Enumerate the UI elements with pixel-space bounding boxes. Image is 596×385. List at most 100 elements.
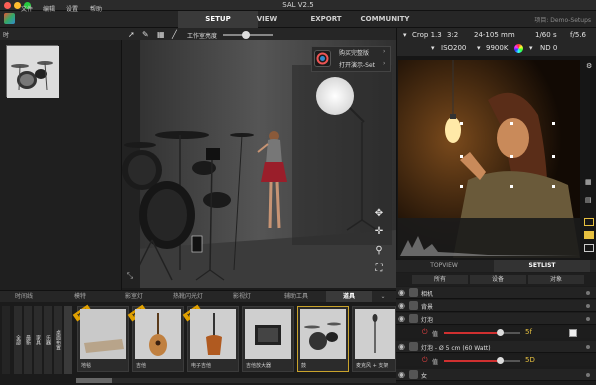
power-icon[interactable]: ⏻ [422,328,428,337]
pencil-tool-icon[interactable]: ✎ [142,30,149,39]
setlist-row-light[interactable]: ◉ 灯泡 [396,313,596,325]
collapse-icon[interactable]: ⤡ [124,270,136,282]
row-status-dot [586,291,590,295]
left-panel-title: 时 [3,32,10,39]
fit-view-icon[interactable]: ⛶ [373,263,385,275]
setlist-row-background[interactable]: ◉ 背景 [396,300,596,312]
setlist-filters: 所有 设备 对象 [396,273,596,286]
library-item-microphone[interactable]: 麦克风 + 支架 [352,306,396,372]
row-status-dot [586,304,590,308]
setlist-row-label: 灯泡 [421,317,434,324]
menu-item-buy-full-version[interactable]: 购买完整版 [339,48,369,57]
background-icon [409,301,418,310]
studio-viewport[interactable] [122,40,396,288]
library-item-name: 电子吉他 [191,363,212,369]
white-balance-select[interactable]: 9900K [486,44,508,52]
aspect-ratio-select[interactable]: 3:2 [447,31,458,39]
setlist-row-label: 女 [421,373,428,380]
setlist-row-bulb[interactable]: ◉ 灯泡 - Ø 5 cm (60 Watt) [396,341,596,353]
color-swatch[interactable] [569,329,577,337]
library-item-name: 吉他 [136,363,147,369]
power-icon[interactable]: ⏻ [422,356,428,365]
visibility-eye-icon[interactable]: ◉ [398,314,405,323]
overlay-icon[interactable] [584,244,594,252]
library-item-electric-guitar[interactable]: NEW ★ 电子吉他 [182,304,239,372]
nd-filter-select[interactable]: ND 0 [540,44,557,52]
category-furniture[interactable]: 家具 [34,306,42,374]
filter-devices[interactable]: 设备 [470,275,526,284]
library-item-drums[interactable]: ★ 鼓 [297,306,349,372]
category-table-setup[interactable]: 桌面布置 [54,306,62,374]
settings-gear-icon[interactable]: ⚙ [586,62,592,70]
library-item-name: 鼓 [301,363,307,369]
measure-tool-icon[interactable]: ╱ [172,30,177,39]
category-selected-instruments[interactable] [64,306,72,374]
power-slider-knob[interactable] [497,357,504,364]
frame-filled-icon[interactable] [584,231,594,239]
filter-objects[interactable]: 对象 [528,275,584,284]
frame-icon[interactable] [584,218,594,226]
power-value: 5D [525,356,535,364]
tab-topview[interactable]: TOPVIEW [396,260,492,272]
menu-file[interactable]: 文件 [21,4,33,13]
setlist-row-camera[interactable]: ◉ 相机 [396,287,596,299]
library-item-guitar[interactable]: NEW ★ 吉他 [127,304,184,372]
library-item-guitar-amp[interactable]: ★ 吉他放大器 [242,306,294,372]
pan-view-icon[interactable]: ✛ [373,226,385,238]
menu-edit[interactable]: 编辑 [43,4,55,13]
library-item-name: 麦克风 + 支架 [356,363,389,369]
chevron-right-icon: › [383,60,386,67]
zoom-view-icon[interactable]: ⚲ [373,245,385,257]
library-scrollbar-thumb[interactable] [76,378,112,383]
guitar-amp-image [245,309,291,359]
select-tool-icon[interactable]: ➚ [128,30,135,39]
visibility-eye-icon[interactable]: ◉ [398,370,405,379]
power-slider-track[interactable] [444,360,500,362]
histogram-icon[interactable]: ▤ [585,196,592,204]
category-newest[interactable]: 最新 [24,306,32,374]
camera-icon [409,288,418,297]
library-item-rug[interactable]: NEW ★ 地毯 [72,304,129,372]
menu-settings[interactable]: 设置 [66,4,78,13]
project-label: 项目: Demo-Setups [534,17,591,24]
room-brightness-slider-knob[interactable] [241,31,250,39]
visibility-eye-icon[interactable]: ◉ [398,301,405,310]
tab-community[interactable]: COMMUNITY [345,11,425,28]
grid-overlay-icon[interactable]: ▦ [585,178,592,186]
shutter-speed-select[interactable]: 1/60 s [535,31,557,39]
filter-all[interactable]: 所有 [412,275,468,284]
person-icon [409,370,418,379]
row-status-dot [586,373,590,377]
preview-render [398,60,580,258]
menu-help[interactable]: 帮助 [90,4,102,13]
library-scrollbar[interactable] [76,378,396,383]
setlist-row-person[interactable]: ◉ 女 [396,369,596,381]
camera-preview-image[interactable] [398,60,580,258]
dropdown-arrow-icon: ▾ [477,44,481,52]
rotate-view-icon[interactable]: ✥ [373,208,385,220]
category-instruments[interactable]: 乐器 [44,306,52,374]
color-wheel-icon[interactable] [514,44,523,53]
visibility-eye-icon[interactable]: ◉ [398,288,405,297]
bulb-power-slider-row: ⏻ 值 5D [396,355,596,366]
studio-scene [122,40,396,288]
tab-setlist[interactable]: SETLIST [494,260,590,272]
power-slider-knob[interactable] [497,329,504,336]
app-logo-icon [4,13,15,24]
slider-label: 值 [432,359,439,366]
setup-thumbnail[interactable] [6,45,59,98]
rug-image [80,309,126,359]
power-slider-track[interactable] [444,332,500,334]
drum-thumbnail-image [7,46,59,98]
camera-dropdown-icon[interactable]: ▾ [403,31,407,39]
menu-item-open-demo-set[interactable]: 打开演示-Set [339,60,375,69]
iso-select[interactable]: ISO200 [441,44,466,52]
visibility-eye-icon[interactable]: ◉ [398,342,405,351]
aperture-select[interactable]: f/5.6 [570,31,586,39]
library-tabs: 时间线 模特 影室灯 热靴闪光灯 影视灯 辅助工具 道具 ⌄ [0,290,396,303]
lens-select[interactable]: 24-105 mm [474,31,515,39]
grid-icon[interactable]: ▦ [157,30,165,39]
crop-factor-select[interactable]: Crop 1.3 [412,31,442,39]
category-all[interactable]: 全部 [14,306,22,374]
bulb-icon [409,342,418,351]
